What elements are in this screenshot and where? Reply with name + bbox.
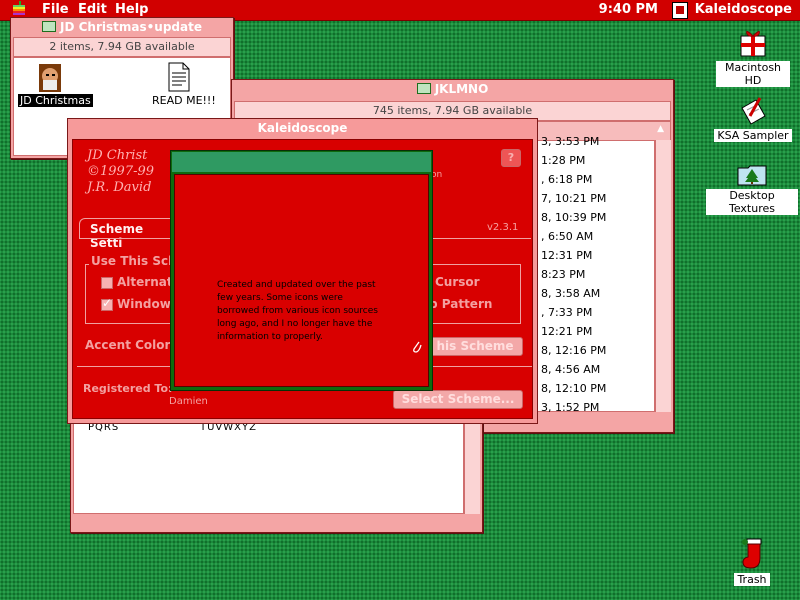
- desktop-icon-label: Desktop Textures: [706, 189, 798, 215]
- menu-clock[interactable]: 9:40 PM: [599, 2, 658, 17]
- version-label: v2.3.1: [487, 222, 519, 233]
- alternate-label: Alternat: [117, 275, 173, 289]
- alternate-checkbox[interactable]: [101, 277, 113, 289]
- pattern-label: p Pattern: [429, 297, 493, 311]
- file-label-jd-christmas[interactable]: JD Christmas: [18, 94, 93, 107]
- date-modified-cell: 8:23 PM: [541, 268, 586, 281]
- window-info-bar: 2 items, 7.94 GB available: [13, 37, 231, 57]
- vertical-scrollbar[interactable]: [464, 411, 480, 514]
- about-dialog[interactable]: Created and updated over the past few ye…: [170, 150, 433, 391]
- desktop-icon-label: Macintosh HD: [716, 61, 790, 87]
- gift-drive-icon: [740, 30, 766, 57]
- desktop-icon-label: Trash: [734, 573, 770, 586]
- tab-scheme-settings[interactable]: Scheme Setti: [79, 218, 177, 250]
- date-modified-cell: 3, 1:52 PM: [541, 401, 600, 414]
- menu-file[interactable]: File: [42, 2, 69, 17]
- folder-icon: [42, 21, 56, 32]
- apply-scheme-button[interactable]: his Scheme: [427, 337, 523, 356]
- desktop-icon-macintosh-hd[interactable]: Macintosh HD: [716, 28, 790, 87]
- kaleidoscope-title[interactable]: Kaleidoscope: [68, 119, 537, 138]
- application-menu-label[interactable]: Kaleidoscope: [695, 2, 792, 17]
- date-modified-cell: 7, 10:21 PM: [541, 192, 607, 205]
- window-title: JD Christmas•update: [60, 20, 202, 34]
- date-modified-cell: 8, 4:56 AM: [541, 363, 601, 376]
- vertical-scrollbar[interactable]: [655, 140, 671, 412]
- dialog-message: Created and updated over the past few ye…: [217, 280, 378, 342]
- stocking-trash-icon: [742, 538, 762, 569]
- dialog-body: Created and updated over the past few ye…: [174, 174, 429, 387]
- date-modified-cell: , 7:33 PM: [541, 306, 593, 319]
- tree-folder-icon: [737, 165, 767, 186]
- desktop-icon-desktop-textures[interactable]: Desktop Textures: [706, 164, 798, 215]
- cursor-label: Cursor: [435, 275, 480, 289]
- date-modified-cell: 8, 3:58 AM: [541, 287, 601, 300]
- desktop-icon-ksa-sampler[interactable]: KSA Sampler: [712, 96, 794, 142]
- credit-line-3: J.R. David: [87, 180, 152, 195]
- credit-line-1: JD Christ: [87, 148, 148, 163]
- window-checkbox[interactable]: ✓: [101, 296, 113, 311]
- date-modified-cell: 12:21 PM: [541, 325, 593, 338]
- folder-icon: [416, 83, 431, 94]
- window-title-bar[interactable]: JKLMNO: [232, 80, 673, 98]
- accent-color-label: Accent Color:: [85, 338, 176, 352]
- registered-name: Damien: [169, 396, 208, 407]
- menu-help[interactable]: Help: [115, 2, 148, 17]
- paperclip-icon[interactable]: [412, 340, 422, 354]
- menu-edit[interactable]: Edit: [78, 2, 107, 17]
- window-content: PQRS TUVWXYZ: [73, 411, 464, 514]
- sort-triangle-icon[interactable]: ▲: [657, 124, 664, 134]
- tab-label: Scheme Setti: [90, 222, 144, 250]
- select-scheme-button[interactable]: Select Scheme...: [393, 390, 523, 409]
- pen-document-icon: [741, 97, 766, 125]
- date-modified-cell: , 6:50 AM: [541, 230, 594, 243]
- window-title: JKLMNO: [434, 82, 489, 96]
- document-icon[interactable]: [168, 62, 190, 92]
- window-label: Window: [117, 297, 171, 311]
- checkmark-icon: ✓: [102, 296, 113, 310]
- window-title-bar[interactable]: JD Christmas•update: [11, 18, 233, 36]
- date-modified-cell: 12:31 PM: [541, 249, 593, 262]
- registered-to-label: Registered To:: [83, 382, 173, 395]
- santa-icon[interactable]: [34, 62, 66, 94]
- application-menu-icon[interactable]: [672, 2, 688, 19]
- help-question-icon[interactable]: ?: [501, 149, 521, 167]
- date-modified-cell: 3, 3:53 PM: [541, 135, 600, 148]
- file-label-read-me[interactable]: READ ME!!!: [152, 94, 216, 107]
- date-modified-cell: 8, 12:10 PM: [541, 382, 607, 395]
- desktop-icon-trash[interactable]: Trash: [722, 538, 782, 586]
- date-modified-cell: 8, 10:39 PM: [541, 211, 607, 224]
- credit-line-2: ©1997-99: [87, 164, 155, 179]
- desktop-icon-label: KSA Sampler: [714, 129, 792, 142]
- apple-menu-icon[interactable]: [12, 1, 26, 17]
- date-modified-cell: 1:28 PM: [541, 154, 586, 167]
- date-modified-cell: 8, 12:16 PM: [541, 344, 607, 357]
- dialog-title-bar[interactable]: [172, 152, 431, 172]
- date-modified-cell: , 6:18 PM: [541, 173, 593, 186]
